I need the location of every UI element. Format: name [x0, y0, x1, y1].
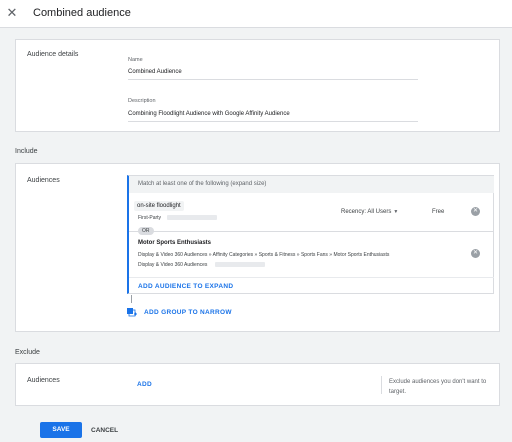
exclude-heading: Exclude [15, 349, 40, 356]
include-audiences-label: Audiences [27, 177, 60, 184]
audience-path: Display & Video 360 Audiences » Affinity… [138, 252, 390, 258]
remove-icon[interactable]: ✕ [471, 207, 480, 216]
include-heading: Include [15, 148, 38, 155]
audience-group: Match at least one of the following (exp… [127, 175, 494, 294]
name-field[interactable]: Combined Audience [128, 69, 182, 75]
audience-source: Display & Video 360 Audiences [138, 262, 208, 268]
add-group-icon[interactable] [127, 308, 137, 317]
audience-name-chip: on-site floodlight [134, 201, 184, 211]
price-label: Free [432, 209, 445, 215]
add-group-to-narrow-button[interactable]: ADD GROUP TO NARROW [144, 309, 232, 316]
audience-group-header: Match at least one of the following (exp… [129, 176, 494, 193]
recency-dropdown[interactable]: Recency: All Users ▼ [341, 209, 398, 215]
description-label: Description [128, 98, 156, 104]
close-icon[interactable]: ✕ [5, 6, 19, 20]
redacted-text [167, 215, 217, 220]
or-divider [129, 231, 494, 232]
audience-group-header-text: Match at least one of the following (exp… [138, 181, 267, 187]
remove-icon[interactable]: ✕ [471, 249, 480, 258]
name-underline [128, 79, 418, 80]
top-bar: ✕ Combined audience [0, 0, 512, 28]
description-underline [128, 121, 418, 122]
helper-divider [381, 376, 382, 394]
audience-details-card: Audience details Name Combined Audience … [15, 39, 500, 132]
group-connector [131, 295, 132, 303]
redacted-text [215, 262, 265, 267]
recency-label: Recency: All Users [341, 209, 392, 215]
save-button[interactable]: SAVE [40, 422, 82, 438]
audience-name: Motor Sports Enthusiasts [138, 240, 212, 246]
audience-details-label: Audience details [27, 51, 79, 58]
add-exclude-button[interactable]: ADD [137, 381, 152, 388]
description-field[interactable]: Combining Floodlight Audience with Googl… [128, 111, 290, 117]
name-label: Name [128, 57, 143, 63]
cancel-button[interactable]: CANCEL [91, 427, 118, 434]
page-title: Combined audience [33, 7, 131, 19]
or-badge: OR [138, 227, 154, 235]
group-divider [129, 277, 494, 278]
audience-source: First-Party [138, 215, 162, 221]
exclude-helper-text: Exclude audiences you don't want to targ… [389, 379, 487, 395]
chevron-down-icon: ▼ [393, 209, 399, 215]
exclude-audiences-label: Audiences [27, 377, 60, 384]
add-audience-to-expand-button[interactable]: ADD AUDIENCE TO EXPAND [138, 283, 233, 290]
